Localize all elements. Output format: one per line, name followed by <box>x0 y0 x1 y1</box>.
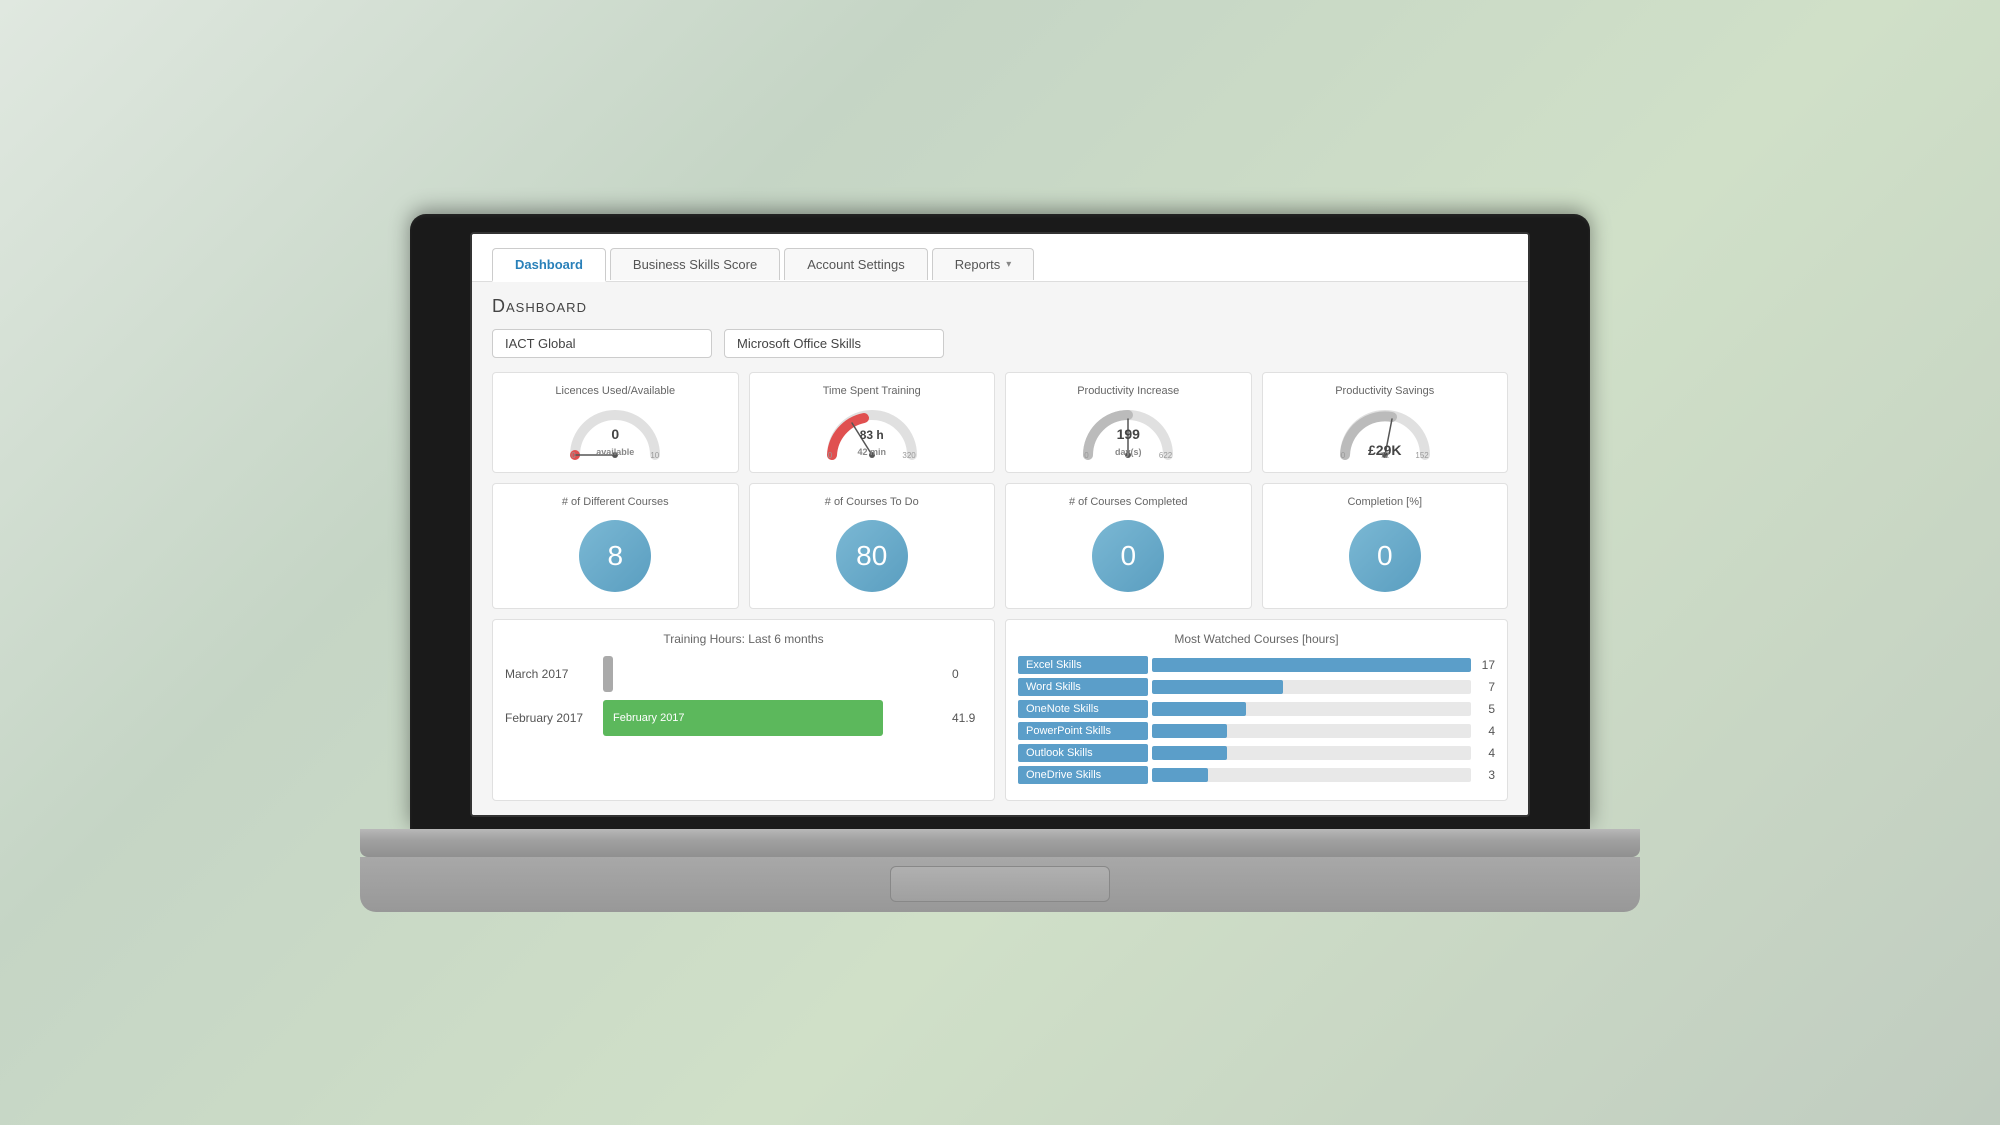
bottom-sections: Training Hours: Last 6 months March 2017… <box>492 619 1508 801</box>
course-item: PowerPoint Skills 4 <box>1018 722 1495 740</box>
course-bar-container <box>1152 680 1471 694</box>
counter-completion: 0 <box>1349 520 1421 592</box>
course-bar-fill <box>1152 746 1227 760</box>
course-bar-container <box>1152 746 1471 760</box>
metric-productivity-savings: Productivity Savings <box>1262 372 1509 473</box>
course-label: OneNote Skills <box>1018 700 1148 718</box>
course-item: Outlook Skills 4 <box>1018 744 1495 762</box>
course-bar-fill <box>1152 702 1246 716</box>
course-count: 17 <box>1475 658 1495 672</box>
course-bar-fill <box>1152 724 1227 738</box>
metric-productivity-title: Productivity Increase <box>1077 385 1179 397</box>
metric-completion-title: Completion [%] <box>1347 496 1422 508</box>
course-count: 3 <box>1475 768 1495 782</box>
course-count: 5 <box>1475 702 1495 716</box>
gauge-time-spent: 83 h 42 min 0 320 <box>822 405 922 460</box>
company-dropdown[interactable]: IACT Global <box>492 329 712 358</box>
counter-metrics-grid: # of Different Courses 8 # of Courses To… <box>492 483 1508 609</box>
training-bar-march <box>603 656 613 692</box>
course-count: 4 <box>1475 724 1495 738</box>
training-label-march: March 2017 <box>505 667 595 681</box>
course-bar-container <box>1152 724 1471 738</box>
course-item: Excel Skills 17 <box>1018 656 1495 674</box>
gauge-time-value: 83 h 42 min <box>857 426 886 458</box>
metric-licences: Licences Used/Available <box>492 372 739 473</box>
course-count: 7 <box>1475 680 1495 694</box>
metric-licences-title: Licences Used/Available <box>555 385 675 397</box>
courses-list: Excel Skills 17 Word Skills 7 OneNote Sk… <box>1018 656 1495 784</box>
course-item: OneNote Skills 5 <box>1018 700 1495 718</box>
course-group-dropdown[interactable]: Microsoft Office Skills <box>724 329 944 358</box>
gauge-productivity: 199 day(s) 0 622 <box>1078 405 1178 460</box>
training-row-feb: February 2017 February 2017 41.9 <box>505 700 982 736</box>
course-label: PowerPoint Skills <box>1018 722 1148 740</box>
course-label: Excel Skills <box>1018 656 1148 674</box>
training-bar-wrap-feb: February 2017 <box>603 700 936 736</box>
laptop-touchpad <box>890 866 1110 902</box>
course-bar-container <box>1152 658 1471 672</box>
page-title: Dashboard <box>492 296 1508 317</box>
reports-dropdown-arrow: ▾ <box>1006 259 1011 270</box>
course-item: OneDrive Skills 3 <box>1018 766 1495 784</box>
course-bar-fill <box>1152 768 1208 782</box>
training-bar-wrap-march <box>603 656 936 692</box>
gauge-metrics-grid: Licences Used/Available <box>492 372 1508 473</box>
laptop-container: Dashboard Business Skills Score Account … <box>410 214 1590 912</box>
metric-savings-title: Productivity Savings <box>1335 385 1434 397</box>
metric-time-spent: Time Spent Training <box>749 372 996 473</box>
metric-different-courses: # of Different Courses 8 <box>492 483 739 609</box>
counter-courses-todo: 80 <box>836 520 908 592</box>
course-bar-fill <box>1152 680 1283 694</box>
metric-todo-title: # of Courses To Do <box>825 496 919 508</box>
course-label: OneDrive Skills <box>1018 766 1148 784</box>
metric-diff-courses-title: # of Different Courses <box>562 496 669 508</box>
course-label: Word Skills <box>1018 678 1148 696</box>
gauge-productivity-value: 199 day(s) <box>1115 426 1142 458</box>
tab-account-settings[interactable]: Account Settings <box>784 248 928 280</box>
tab-dashboard[interactable]: Dashboard <box>492 248 606 282</box>
most-watched-card: Most Watched Courses [hours] Excel Skill… <box>1005 619 1508 801</box>
gauge-licences: 0 available 0 10 <box>565 405 665 460</box>
course-bar-fill <box>1152 658 1471 672</box>
training-value-march: 0 <box>952 667 982 681</box>
metric-courses-completed: # of Courses Completed 0 <box>1005 483 1252 609</box>
gauge-licences-value: 0 available <box>596 426 634 458</box>
training-hours-card: Training Hours: Last 6 months March 2017… <box>492 619 995 801</box>
laptop-touchpad-area <box>360 857 1640 912</box>
laptop-screen-bezel: Dashboard Business Skills Score Account … <box>410 214 1590 829</box>
metric-time-spent-title: Time Spent Training <box>823 385 921 397</box>
metric-completed-title: # of Courses Completed <box>1069 496 1188 508</box>
training-bar-feb: February 2017 <box>603 700 883 736</box>
most-watched-title: Most Watched Courses [hours] <box>1018 632 1495 646</box>
course-bar-container <box>1152 768 1471 782</box>
dropdowns-row: IACT Global Microsoft Office Skills <box>492 329 1508 358</box>
training-value-feb: 41.9 <box>952 711 982 725</box>
counter-different-courses: 8 <box>579 520 651 592</box>
course-bar-container <box>1152 702 1471 716</box>
tab-business-skills[interactable]: Business Skills Score <box>610 248 780 280</box>
metric-completion: Completion [%] 0 <box>1262 483 1509 609</box>
training-hours-title: Training Hours: Last 6 months <box>505 632 982 646</box>
training-row-march: March 2017 0 <box>505 656 982 692</box>
training-label-feb: February 2017 <box>505 711 595 725</box>
app-container: Dashboard Business Skills Score Account … <box>472 234 1528 815</box>
course-item: Word Skills 7 <box>1018 678 1495 696</box>
course-label: Outlook Skills <box>1018 744 1148 762</box>
metric-courses-todo: # of Courses To Do 80 <box>749 483 996 609</box>
navigation: Dashboard Business Skills Score Account … <box>472 234 1528 282</box>
metric-productivity-increase: Productivity Increase <box>1005 372 1252 473</box>
laptop-screen: Dashboard Business Skills Score Account … <box>470 232 1530 817</box>
page-content: Dashboard IACT Global Microsoft Office S… <box>472 282 1528 815</box>
gauge-savings: £29K 0 72 152 <box>1335 405 1435 460</box>
laptop-base <box>360 829 1640 857</box>
counter-courses-completed: 0 <box>1092 520 1164 592</box>
tab-reports[interactable]: Reports ▾ <box>932 248 1035 280</box>
course-count: 4 <box>1475 746 1495 760</box>
